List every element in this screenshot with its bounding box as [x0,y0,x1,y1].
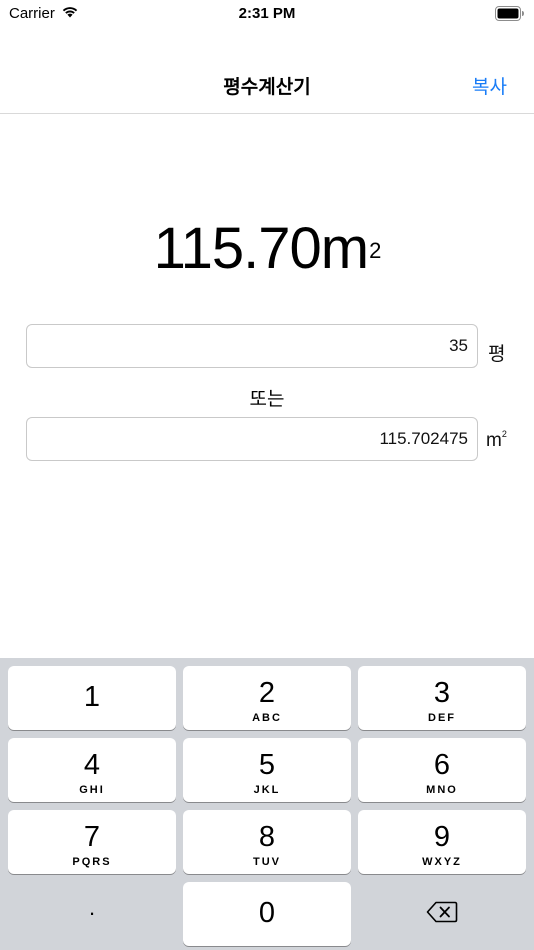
key-digit: 6 [433,749,451,781]
backspace-icon [426,901,458,928]
key-digit: 2 [258,677,276,709]
key-letters: ABC [252,712,282,724]
copy-button[interactable]: 복사 [472,72,507,99]
square-meter-unit-text: m [486,430,502,451]
key-letters: GHI [79,784,105,796]
key-1[interactable]: 1 [8,666,176,730]
key-letters: WXYZ [422,856,462,868]
key-digit: 0 [258,897,276,929]
page-title: 평수계산기 [223,77,311,98]
pyeong-unit-label: 평 [488,344,506,365]
key-letters: TUV [253,856,281,868]
key-digit: 5 [258,749,276,781]
key-letters: MNO [426,784,458,796]
result-value: 115.70m [153,216,369,281]
pyeong-input[interactable] [26,324,478,368]
key-letters: PQRS [72,856,112,868]
key-digit: 9 [433,821,451,853]
navigation-bar: 평수계산기 복사 [0,28,534,114]
key-digit: 7 [83,821,101,853]
delete-key[interactable] [358,882,526,946]
key-decimal-point[interactable]: . [8,882,176,946]
square-meter-unit-label: m2 [486,429,507,452]
key-digit: 8 [258,821,276,853]
battery-icon [495,6,525,21]
result-display: 115.70m2 [0,214,534,284]
clock: 2:31 PM [238,5,296,22]
key-digit: 3 [433,677,451,709]
key-7[interactable]: 7 PQRS [8,810,176,874]
screen: Carrier 2:31 PM 평수계산기 복사 115.70m2 평 또 [0,0,534,950]
numeric-keypad: 1 2 ABC 3 DEF 4 GHI 5 JKL 6 MNO 7 PQRS 8… [0,658,534,950]
key-letters: JKL [253,784,281,796]
square-meter-unit-superscript: 2 [501,429,507,439]
key-0[interactable]: 0 [183,882,351,946]
key-6[interactable]: 6 MNO [358,738,526,802]
key-8[interactable]: 8 TUV [183,810,351,874]
key-letters: DEF [428,712,456,724]
key-2[interactable]: 2 ABC [183,666,351,730]
key-5[interactable]: 5 JKL [183,738,351,802]
key-3[interactable]: 3 DEF [358,666,526,730]
key-digit: 4 [83,749,101,781]
or-label: 또는 [249,389,285,410]
key-digit: 1 [83,681,101,713]
key-9[interactable]: 9 WXYZ [358,810,526,874]
square-meter-input[interactable] [26,417,478,461]
result-superscript: 2 [369,238,381,263]
key-4[interactable]: 4 GHI [8,738,176,802]
status-bar: Carrier 2:31 PM [0,0,534,28]
